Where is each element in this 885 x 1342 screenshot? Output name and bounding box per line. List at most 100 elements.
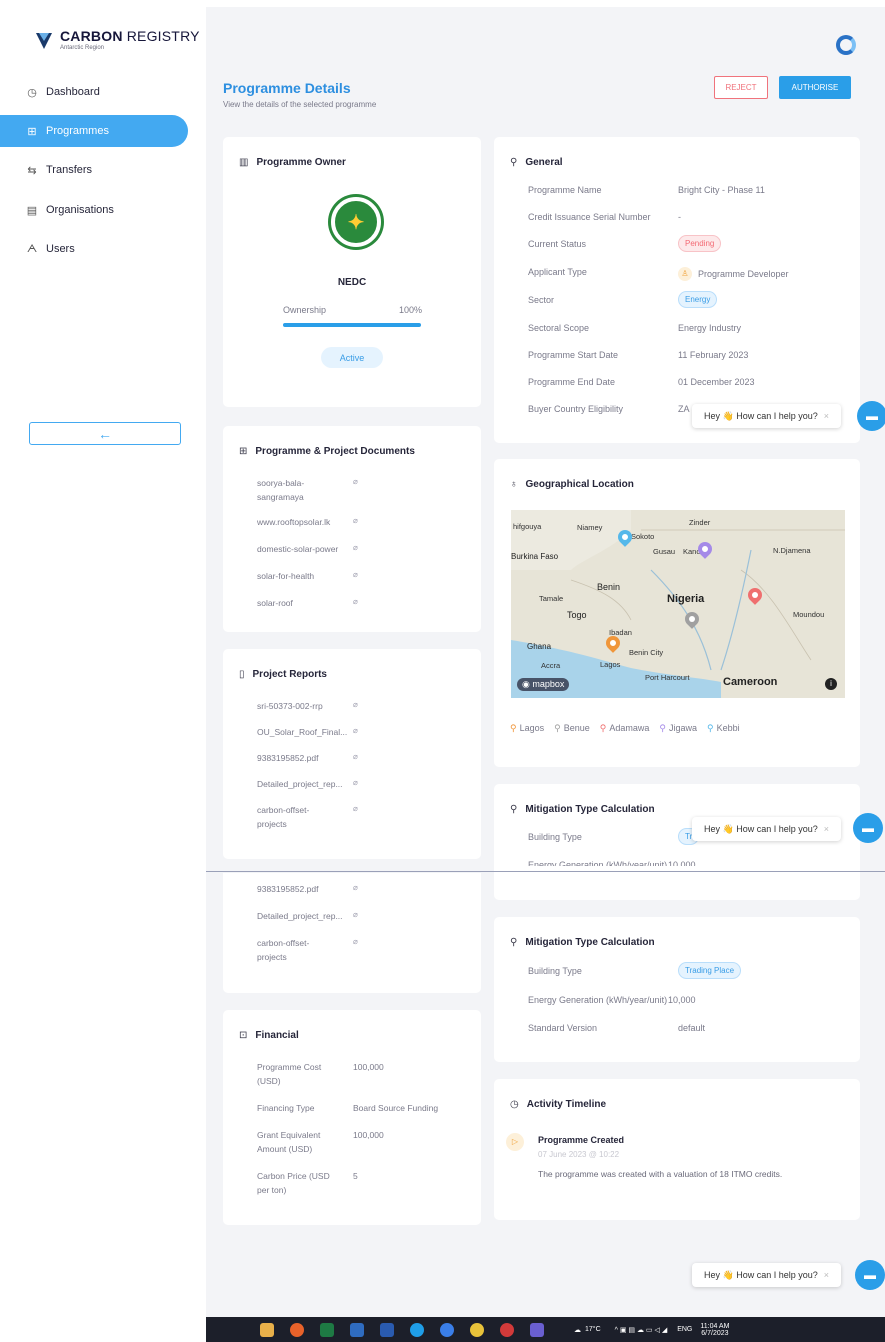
paperclip-icon[interactable]: ⌀ <box>353 804 358 813</box>
sidebar-item-programmes[interactable]: ⊞ Programmes <box>0 115 188 147</box>
collapse-sidebar-button[interactable]: ← <box>29 422 181 445</box>
sidebar-item-organisations[interactable]: ▤ Organisations <box>0 194 188 226</box>
chrome-icon[interactable] <box>470 1322 484 1337</box>
general-label: Buyer Country Eligibility <box>528 404 624 414</box>
edge-icon[interactable] <box>440 1322 454 1337</box>
weather-icon[interactable]: ☁ <box>574 1326 581 1334</box>
sidebar-item-label: Transfers <box>46 164 93 176</box>
map-info-icon[interactable]: i <box>825 678 837 690</box>
firefox-icon[interactable] <box>290 1322 304 1337</box>
close-icon[interactable]: × <box>824 411 829 421</box>
location-map[interactable]: hifgouya Niamey Zinder Sokoto Gusau Kano… <box>511 510 845 698</box>
sector-badge: Energy <box>678 291 718 308</box>
sidebar: CARBON REGISTRY Antarctic Region ◷ Dashb… <box>0 0 206 1342</box>
sidebar-item-transfers[interactable]: ⇆ Transfers <box>0 154 188 186</box>
chat-launcher-button[interactable]: ▬ <box>853 813 883 843</box>
map-label: Togo <box>567 610 587 620</box>
chat-launcher-button[interactable]: ▬ <box>857 401 885 431</box>
report-link[interactable]: carbon-offset- <box>257 937 309 949</box>
report-link[interactable]: 9383195852.pdf <box>257 752 318 764</box>
close-icon[interactable]: × <box>824 824 829 834</box>
paperclip-icon[interactable]: ⌀ <box>353 543 358 552</box>
card-title: Financial <box>255 1030 299 1041</box>
map-label: N.Djamena <box>773 546 811 555</box>
scroll-seam-divider <box>206 871 885 872</box>
paperclip-icon[interactable]: ⌀ <box>353 570 358 579</box>
financial-label: (USD) <box>257 1076 281 1086</box>
authorise-button[interactable]: AUTHORISE <box>779 76 851 99</box>
report-link[interactable]: projects <box>257 951 287 963</box>
document-link[interactable]: soorya-bala- <box>257 477 304 489</box>
reject-button[interactable]: REJECT <box>714 76 768 99</box>
close-icon[interactable]: × <box>824 1270 829 1280</box>
general-label: Sectoral Scope <box>528 323 590 333</box>
app-icon[interactable] <box>500 1322 514 1337</box>
card-title: Project Reports <box>252 669 327 680</box>
file-explorer-icon[interactable] <box>260 1322 274 1337</box>
building-type-badge: Trading Place <box>678 962 742 979</box>
outlook-icon[interactable] <box>350 1322 364 1337</box>
chat-prompt[interactable]: Hey 👋 How can I help you? × <box>692 817 842 841</box>
report-link[interactable]: Detailed_project_rep... <box>257 778 343 790</box>
chat-prompt[interactable]: Hey 👋 How can I help you? × <box>692 404 842 428</box>
map-label: hifgouya <box>513 522 542 531</box>
financial-card: ⊡ Financial Programme Cost (USD) 100,000… <box>223 1010 481 1225</box>
general-value: - <box>678 212 681 222</box>
map-label: Burkina Faso <box>511 552 559 561</box>
financial-label: Amount (USD) <box>257 1144 313 1154</box>
paperclip-icon[interactable]: ⌀ <box>353 726 358 735</box>
map-label: Cameroon <box>723 676 778 688</box>
general-label: Programme End Date <box>528 377 616 387</box>
map-label: Niamey <box>577 523 603 532</box>
system-tray-icons[interactable]: ^ ▣ ▤ ☁ ▭ ◁ ◢ <box>615 1326 668 1334</box>
sidebar-item-dashboard[interactable]: ◷ Dashboard <box>0 76 188 108</box>
paperclip-icon[interactable]: ⌀ <box>353 778 358 787</box>
teams-icon[interactable] <box>530 1322 544 1337</box>
excel-icon[interactable] <box>320 1322 334 1337</box>
document-link[interactable]: solar-for-health <box>257 570 314 582</box>
location-pin-icon: ⚲ <box>510 157 518 168</box>
document-link[interactable]: www.rooftopsolar.lk <box>257 516 330 528</box>
report-link[interactable]: sri-50373-002-rrp <box>257 700 323 712</box>
paperclip-icon[interactable]: ⌀ <box>353 477 358 486</box>
language-indicator[interactable]: ENG <box>677 1326 692 1333</box>
mitigation-label: Energy Generation (kWh/year/unit) <box>528 860 668 866</box>
paperclip-icon[interactable]: ⌀ <box>353 700 358 709</box>
skype-icon[interactable] <box>410 1322 424 1337</box>
mapbox-attribution[interactable]: ◉ mapbox <box>517 678 570 691</box>
report-link[interactable]: OU_Solar_Roof_Final... <box>257 726 347 738</box>
paperclip-icon[interactable]: ⌀ <box>353 516 358 525</box>
chat-prompt[interactable]: Hey 👋 How can I help you? × <box>692 1263 842 1287</box>
report-link[interactable]: 9383195852.pdf <box>257 883 318 895</box>
sync-icon[interactable] <box>836 35 856 55</box>
paperclip-icon[interactable]: ⌀ <box>353 752 358 761</box>
legend-item: ⚲ Jigawa <box>659 723 697 733</box>
app-logo[interactable]: CARBON REGISTRY Antarctic Region <box>34 28 200 51</box>
word-icon[interactable] <box>380 1322 394 1337</box>
document-link[interactable]: solar-roof <box>257 597 293 609</box>
paperclip-icon[interactable]: ⌀ <box>353 937 358 946</box>
report-link[interactable]: projects <box>257 818 287 830</box>
document-link[interactable]: domestic-solar-power <box>257 543 338 555</box>
ownership-label: Ownership <box>283 305 327 315</box>
paperclip-icon[interactable]: ⌀ <box>353 910 358 919</box>
map-label: Ghana <box>527 642 552 651</box>
document-link[interactable]: sangramaya <box>257 491 304 503</box>
building-icon: ▤ <box>26 204 38 217</box>
report-link[interactable]: Detailed_project_rep... <box>257 910 343 922</box>
taskbar-clock[interactable]: 11:04 AM 6/7/2023 <box>700 1323 729 1337</box>
location-pin-icon: ⚲ <box>599 723 607 733</box>
paperclip-icon[interactable]: ⌀ <box>353 597 358 606</box>
general-label: Current Status <box>528 239 587 249</box>
report-link[interactable]: carbon-offset- <box>257 804 309 816</box>
main-content: Programme Details View the details of th… <box>206 7 885 1317</box>
financial-label: Programme Cost <box>257 1062 322 1072</box>
sidebar-item-label: Users <box>46 243 75 255</box>
chat-launcher-button[interactable]: ▬ <box>855 1260 885 1290</box>
general-value: Energy Industry <box>678 323 742 333</box>
legend-item: ⚲ Lagos <box>510 723 545 733</box>
paperclip-icon[interactable]: ⌀ <box>353 883 358 892</box>
map-label: Sokoto <box>631 532 655 541</box>
sidebar-item-users[interactable]: ᗅ Users <box>0 233 188 265</box>
map-label: Gusau <box>653 547 676 556</box>
